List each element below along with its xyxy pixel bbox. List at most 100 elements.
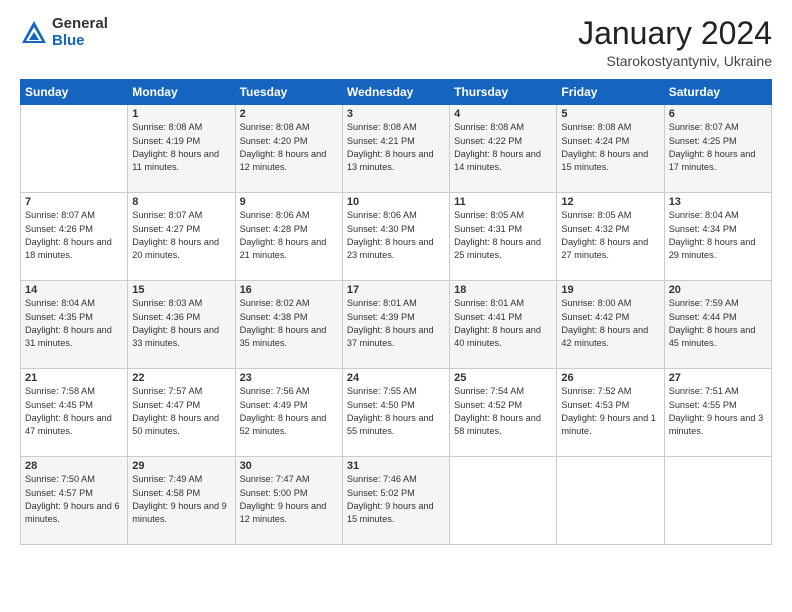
calendar-cell: 23Sunrise: 7:56 AMSunset: 4:49 PMDayligh…: [235, 369, 342, 457]
day-info: Sunrise: 8:04 AMSunset: 4:35 PMDaylight:…: [25, 297, 123, 350]
calendar-cell: 1Sunrise: 8:08 AMSunset: 4:19 PMDaylight…: [128, 105, 235, 193]
day-number: 25: [454, 372, 552, 384]
calendar-cell: 15Sunrise: 8:03 AMSunset: 4:36 PMDayligh…: [128, 281, 235, 369]
day-number: 22: [132, 372, 230, 384]
day-number: 7: [25, 196, 123, 208]
day-info: Sunrise: 8:02 AMSunset: 4:38 PMDaylight:…: [240, 297, 338, 350]
day-number: 3: [347, 108, 445, 120]
day-number: 14: [25, 284, 123, 296]
day-number: 20: [669, 284, 767, 296]
day-number: 10: [347, 196, 445, 208]
day-info: Sunrise: 7:52 AMSunset: 4:53 PMDaylight:…: [561, 385, 659, 438]
location-subtitle: Starokostyantyniv, Ukraine: [578, 53, 772, 69]
calendar-cell: 10Sunrise: 8:06 AMSunset: 4:30 PMDayligh…: [342, 193, 449, 281]
logo-general-text: General: [52, 16, 108, 33]
calendar-week-5: 28Sunrise: 7:50 AMSunset: 4:57 PMDayligh…: [21, 457, 772, 545]
calendar-cell: 28Sunrise: 7:50 AMSunset: 4:57 PMDayligh…: [21, 457, 128, 545]
calendar-cell: 13Sunrise: 8:04 AMSunset: 4:34 PMDayligh…: [664, 193, 771, 281]
calendar-week-4: 21Sunrise: 7:58 AMSunset: 4:45 PMDayligh…: [21, 369, 772, 457]
logo-icon: [20, 19, 48, 47]
month-title: January 2024: [578, 16, 772, 51]
day-info: Sunrise: 7:59 AMSunset: 4:44 PMDaylight:…: [669, 297, 767, 350]
day-number: 30: [240, 460, 338, 472]
day-info: Sunrise: 8:08 AMSunset: 4:19 PMDaylight:…: [132, 121, 230, 174]
day-info: Sunrise: 8:08 AMSunset: 4:21 PMDaylight:…: [347, 121, 445, 174]
calendar-cell: 6Sunrise: 8:07 AMSunset: 4:25 PMDaylight…: [664, 105, 771, 193]
calendar-cell: 11Sunrise: 8:05 AMSunset: 4:31 PMDayligh…: [450, 193, 557, 281]
day-info: Sunrise: 8:04 AMSunset: 4:34 PMDaylight:…: [669, 209, 767, 262]
weekday-header-thursday: Thursday: [450, 80, 557, 105]
day-number: 31: [347, 460, 445, 472]
calendar-cell: 17Sunrise: 8:01 AMSunset: 4:39 PMDayligh…: [342, 281, 449, 369]
day-info: Sunrise: 7:58 AMSunset: 4:45 PMDaylight:…: [25, 385, 123, 438]
day-number: 19: [561, 284, 659, 296]
day-info: Sunrise: 8:08 AMSunset: 4:20 PMDaylight:…: [240, 121, 338, 174]
day-info: Sunrise: 8:05 AMSunset: 4:32 PMDaylight:…: [561, 209, 659, 262]
day-number: 2: [240, 108, 338, 120]
day-info: Sunrise: 8:08 AMSunset: 4:24 PMDaylight:…: [561, 121, 659, 174]
day-info: Sunrise: 8:06 AMSunset: 4:28 PMDaylight:…: [240, 209, 338, 262]
day-number: 21: [25, 372, 123, 384]
day-info: Sunrise: 8:00 AMSunset: 4:42 PMDaylight:…: [561, 297, 659, 350]
calendar-cell: 5Sunrise: 8:08 AMSunset: 4:24 PMDaylight…: [557, 105, 664, 193]
calendar-cell: 16Sunrise: 8:02 AMSunset: 4:38 PMDayligh…: [235, 281, 342, 369]
calendar-cell: 9Sunrise: 8:06 AMSunset: 4:28 PMDaylight…: [235, 193, 342, 281]
day-info: Sunrise: 8:03 AMSunset: 4:36 PMDaylight:…: [132, 297, 230, 350]
day-number: 15: [132, 284, 230, 296]
header: General Blue January 2024 Starokostyanty…: [20, 16, 772, 69]
day-number: 17: [347, 284, 445, 296]
calendar-cell: 25Sunrise: 7:54 AMSunset: 4:52 PMDayligh…: [450, 369, 557, 457]
weekday-header-wednesday: Wednesday: [342, 80, 449, 105]
day-number: 27: [669, 372, 767, 384]
day-info: Sunrise: 7:51 AMSunset: 4:55 PMDaylight:…: [669, 385, 767, 438]
day-info: Sunrise: 8:07 AMSunset: 4:26 PMDaylight:…: [25, 209, 123, 262]
day-info: Sunrise: 7:47 AMSunset: 5:00 PMDaylight:…: [240, 473, 338, 526]
day-info: Sunrise: 7:55 AMSunset: 4:50 PMDaylight:…: [347, 385, 445, 438]
calendar-cell: 19Sunrise: 8:00 AMSunset: 4:42 PMDayligh…: [557, 281, 664, 369]
day-info: Sunrise: 8:08 AMSunset: 4:22 PMDaylight:…: [454, 121, 552, 174]
day-number: 9: [240, 196, 338, 208]
weekday-header-tuesday: Tuesday: [235, 80, 342, 105]
day-info: Sunrise: 8:06 AMSunset: 4:30 PMDaylight:…: [347, 209, 445, 262]
title-block: January 2024 Starokostyantyniv, Ukraine: [578, 16, 772, 69]
day-info: Sunrise: 7:50 AMSunset: 4:57 PMDaylight:…: [25, 473, 123, 526]
calendar-cell: 27Sunrise: 7:51 AMSunset: 4:55 PMDayligh…: [664, 369, 771, 457]
calendar-cell: 7Sunrise: 8:07 AMSunset: 4:26 PMDaylight…: [21, 193, 128, 281]
calendar-cell: 29Sunrise: 7:49 AMSunset: 4:58 PMDayligh…: [128, 457, 235, 545]
day-number: 26: [561, 372, 659, 384]
day-number: 12: [561, 196, 659, 208]
logo-blue-text: Blue: [52, 33, 108, 50]
calendar-cell: [450, 457, 557, 545]
calendar-cell: 21Sunrise: 7:58 AMSunset: 4:45 PMDayligh…: [21, 369, 128, 457]
calendar-cell: 22Sunrise: 7:57 AMSunset: 4:47 PMDayligh…: [128, 369, 235, 457]
weekday-header-row: SundayMondayTuesdayWednesdayThursdayFrid…: [21, 80, 772, 105]
weekday-header-friday: Friday: [557, 80, 664, 105]
calendar-cell: [21, 105, 128, 193]
day-number: 13: [669, 196, 767, 208]
calendar-header: SundayMondayTuesdayWednesdayThursdayFrid…: [21, 80, 772, 105]
day-number: 1: [132, 108, 230, 120]
logo-text: General Blue: [52, 16, 108, 49]
day-info: Sunrise: 8:07 AMSunset: 4:27 PMDaylight:…: [132, 209, 230, 262]
calendar-cell: [664, 457, 771, 545]
day-number: 8: [132, 196, 230, 208]
calendar-cell: 12Sunrise: 8:05 AMSunset: 4:32 PMDayligh…: [557, 193, 664, 281]
day-number: 16: [240, 284, 338, 296]
day-number: 23: [240, 372, 338, 384]
calendar-cell: 18Sunrise: 8:01 AMSunset: 4:41 PMDayligh…: [450, 281, 557, 369]
weekday-header-sunday: Sunday: [21, 80, 128, 105]
day-info: Sunrise: 8:01 AMSunset: 4:39 PMDaylight:…: [347, 297, 445, 350]
calendar-cell: 8Sunrise: 8:07 AMSunset: 4:27 PMDaylight…: [128, 193, 235, 281]
day-number: 24: [347, 372, 445, 384]
calendar-body: 1Sunrise: 8:08 AMSunset: 4:19 PMDaylight…: [21, 105, 772, 545]
day-number: 5: [561, 108, 659, 120]
day-number: 18: [454, 284, 552, 296]
day-number: 29: [132, 460, 230, 472]
page: General Blue January 2024 Starokostyanty…: [0, 0, 792, 612]
day-info: Sunrise: 7:46 AMSunset: 5:02 PMDaylight:…: [347, 473, 445, 526]
day-info: Sunrise: 7:56 AMSunset: 4:49 PMDaylight:…: [240, 385, 338, 438]
day-info: Sunrise: 7:49 AMSunset: 4:58 PMDaylight:…: [132, 473, 230, 526]
calendar-week-1: 1Sunrise: 8:08 AMSunset: 4:19 PMDaylight…: [21, 105, 772, 193]
calendar-cell: 3Sunrise: 8:08 AMSunset: 4:21 PMDaylight…: [342, 105, 449, 193]
day-number: 6: [669, 108, 767, 120]
